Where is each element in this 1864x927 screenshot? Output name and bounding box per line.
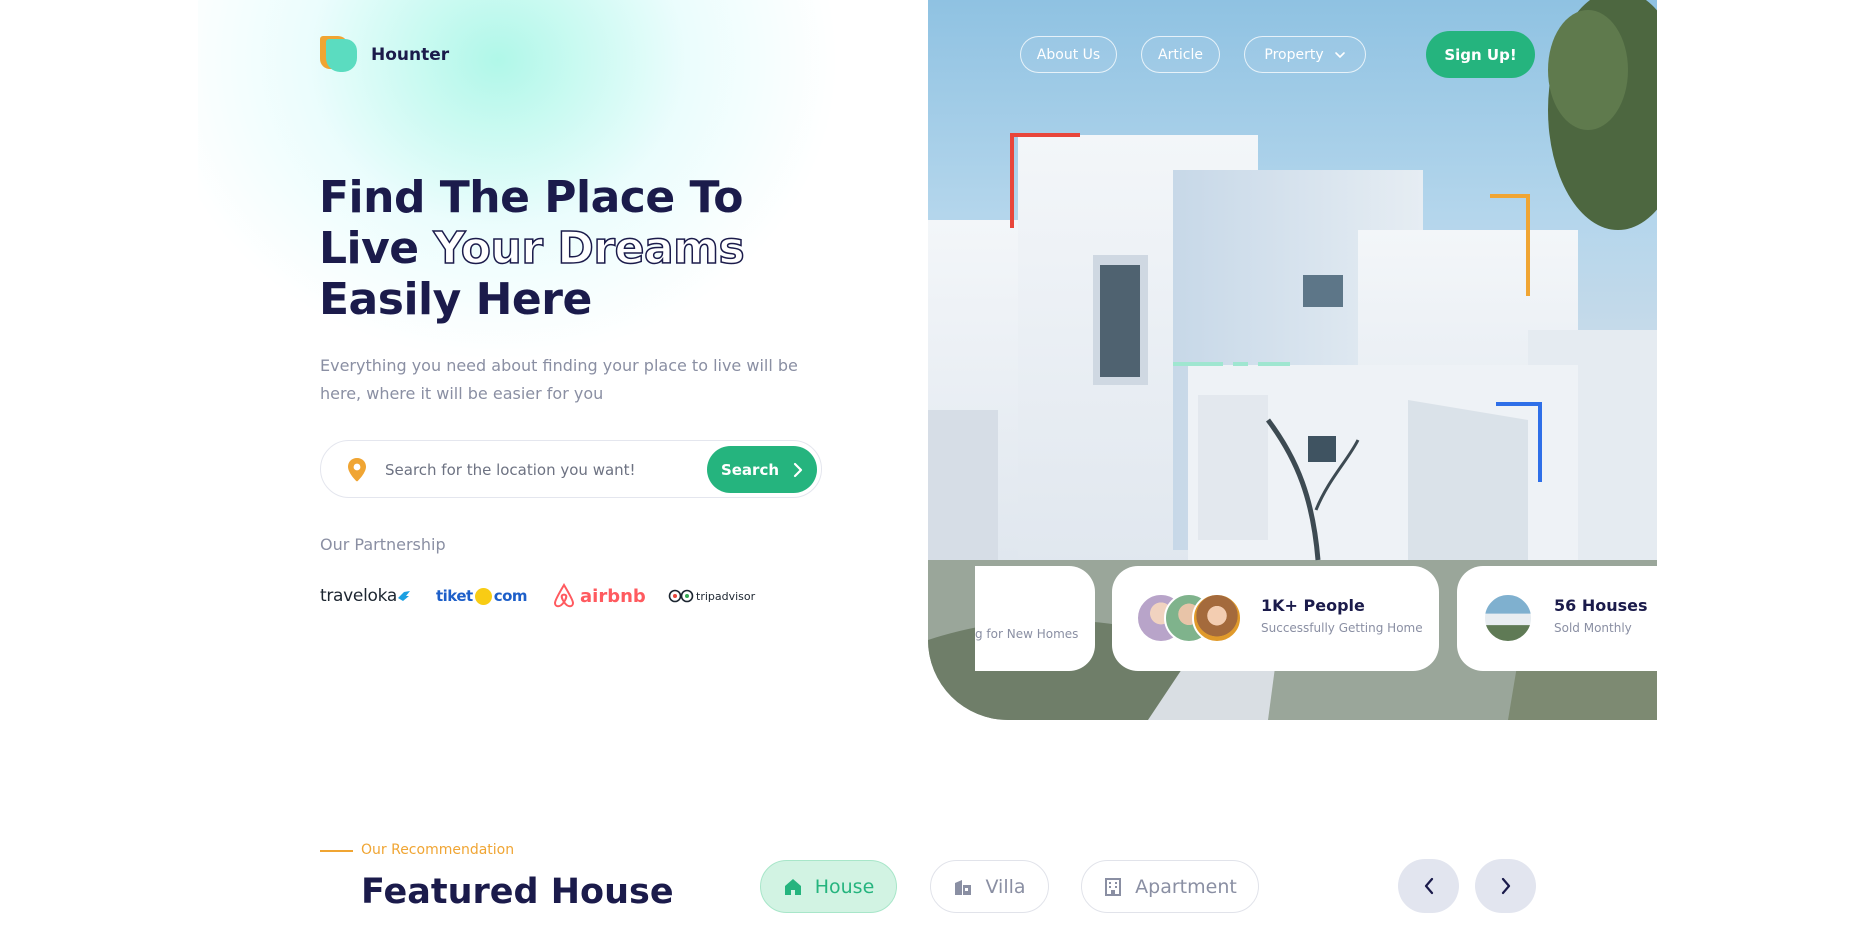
- chevron-left-icon: [1424, 877, 1433, 895]
- nav-article[interactable]: Article: [1141, 36, 1220, 73]
- featured-title: Featured House: [361, 872, 674, 912]
- partner-logos: traveloka tiket com airbnb tripadvisor: [320, 578, 760, 614]
- tiket-logo: tiket com: [436, 587, 528, 605]
- chevron-right-icon: [1501, 877, 1510, 895]
- tab-apartment[interactable]: Apartment: [1081, 860, 1259, 913]
- sign-up-button[interactable]: Sign Up!: [1426, 31, 1535, 78]
- airbnb-logo: airbnb: [552, 578, 646, 614]
- brand[interactable]: Hounter: [320, 36, 449, 73]
- stat-card-partial: g for New Homes: [975, 566, 1095, 671]
- hero-title: Find The Place To Live Your Dreams Easil…: [319, 172, 839, 325]
- brand-logo-icon: [320, 36, 357, 73]
- stat-card-houses: 56 Houses Sold Monthly: [1457, 566, 1657, 671]
- stat-subtitle: Sold Monthly: [1554, 621, 1632, 635]
- tripadvisor-owl-icon: [668, 589, 694, 603]
- search-button-label: Search: [720, 460, 780, 479]
- airbnb-belo-icon: [553, 583, 575, 608]
- tripadvisor-logo: tripadvisor: [668, 578, 755, 614]
- nav-property-dropdown[interactable]: Property: [1244, 36, 1366, 73]
- recommendation-divider: [320, 850, 353, 852]
- tab-house[interactable]: House: [760, 860, 897, 913]
- search-button[interactable]: Search: [707, 446, 817, 493]
- nav-about-us[interactable]: About Us: [1020, 36, 1117, 73]
- next-button[interactable]: [1475, 859, 1536, 913]
- tab-villa[interactable]: Villa: [930, 860, 1049, 913]
- search-bar: Search: [320, 440, 822, 498]
- avatar: [1192, 593, 1242, 643]
- brand-name: Hounter: [371, 44, 450, 65]
- recommendation-label: Our Recommendation: [361, 842, 515, 858]
- house-icon: [784, 878, 801, 895]
- hero-subtitle: Everything you need about finding your p…: [320, 356, 798, 403]
- location-pin-icon: [348, 458, 366, 482]
- traveloka-bird-icon: [397, 591, 410, 601]
- house-thumbnail: [1483, 593, 1533, 643]
- hero-title-outline-text: Your Dreams: [433, 222, 746, 275]
- partnership-title: Our Partnership: [320, 535, 446, 554]
- hero-title-line-3: Easily Here: [319, 274, 592, 325]
- stat-title: 1K+ People: [1261, 596, 1365, 615]
- stat-subtitle: Successfully Getting Home: [1261, 621, 1423, 635]
- hero-title-line-2a: Live: [319, 223, 419, 274]
- stat-title: 56 Houses: [1554, 596, 1648, 615]
- villa-icon: [955, 879, 972, 895]
- chevron-down-icon: [1334, 51, 1345, 58]
- traveloka-logo: traveloka: [320, 578, 411, 614]
- chevron-right-icon: [793, 462, 803, 477]
- stat-card-people: 1K+ People Successfully Getting Home: [1112, 566, 1439, 671]
- stat-subtitle: g for New Homes: [975, 627, 1079, 641]
- apartment-icon: [1105, 877, 1122, 896]
- previous-button[interactable]: [1398, 859, 1459, 913]
- search-input[interactable]: [385, 455, 705, 485]
- hero-title-line-1: Find The Place To: [319, 172, 743, 223]
